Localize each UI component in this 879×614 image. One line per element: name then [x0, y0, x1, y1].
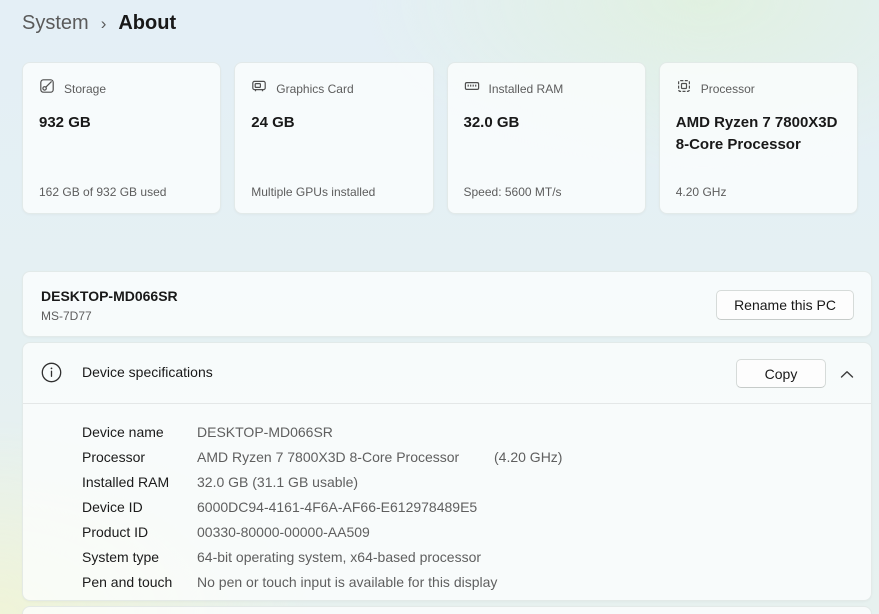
installed-ram-card[interactable]: Installed RAM 32.0 GB Speed: 5600 MT/s — [447, 62, 646, 214]
cpu-icon — [676, 78, 692, 99]
next-section-card-partial[interactable] — [22, 606, 872, 614]
storage-card-label: Storage — [64, 82, 106, 96]
storage-icon — [39, 78, 55, 99]
ram-icon — [464, 78, 480, 99]
device-name-panel: DESKTOP-MD066SR MS-7D77 Rename this PC — [22, 271, 872, 337]
gpu-card-detail: Multiple GPUs installed — [251, 185, 375, 199]
device-specifications-title: Device specifications — [82, 364, 213, 380]
table-row: Pen and touch No pen or touch input is a… — [82, 569, 851, 594]
storage-card-detail: 162 GB of 932 GB used — [39, 185, 166, 199]
spec-value: AMD Ryzen 7 7800X3D 8-Core Processor (4.… — [197, 449, 851, 465]
rename-pc-button[interactable]: Rename this PC — [716, 290, 854, 320]
ram-card-value: 32.0 GB — [464, 112, 629, 134]
spec-label: Product ID — [82, 524, 197, 540]
spec-label: Pen and touch — [82, 574, 197, 590]
storage-card[interactable]: Storage 932 GB 162 GB of 932 GB used — [22, 62, 221, 214]
device-specifications-header[interactable]: Device specifications Copy — [23, 343, 871, 403]
table-row: Installed RAM 32.0 GB (31.1 GB usable) — [82, 469, 851, 494]
spec-value: 6000DC94-4161-4F6A-AF66-E612978489E5 — [197, 499, 851, 515]
spec-label: Processor — [82, 449, 197, 465]
spec-label: Device name — [82, 424, 197, 440]
table-row: Device name DESKTOP-MD066SR — [82, 419, 851, 444]
storage-card-value: 932 GB — [39, 112, 204, 134]
ram-card-label: Installed RAM — [489, 82, 564, 96]
chevron-up-icon[interactable] — [835, 365, 859, 383]
device-model: MS-7D77 — [41, 309, 92, 323]
device-specifications-table: Device name DESKTOP-MD066SR Processor AM… — [82, 419, 851, 594]
info-icon — [41, 362, 62, 383]
breadcrumb: System › About — [22, 12, 176, 35]
spec-label: Device ID — [82, 499, 197, 515]
table-row: Processor AMD Ryzen 7 7800X3D 8-Core Pro… — [82, 444, 851, 469]
cpu-card-label: Processor — [701, 82, 755, 96]
spec-label: System type — [82, 549, 197, 565]
gpu-icon — [251, 78, 267, 99]
table-row: System type 64-bit operating system, x64… — [82, 544, 851, 569]
cpu-card-value: AMD Ryzen 7 7800X3D 8-Core Processor — [676, 112, 841, 156]
breadcrumb-separator-icon: › — [101, 13, 107, 34]
device-specifications-panel: Device specifications Copy Device name D… — [22, 342, 872, 601]
divider — [23, 403, 871, 404]
copy-button[interactable]: Copy — [736, 359, 826, 388]
spec-value: 32.0 GB (31.1 GB usable) — [197, 474, 851, 490]
table-row: Product ID 00330-80000-00000-AA509 — [82, 519, 851, 544]
summary-cards: Storage 932 GB 162 GB of 932 GB used Gra… — [22, 62, 858, 214]
device-name: DESKTOP-MD066SR — [41, 288, 178, 304]
spec-value-main: AMD Ryzen 7 7800X3D 8-Core Processor — [197, 449, 459, 465]
ram-card-detail: Speed: 5600 MT/s — [464, 185, 562, 199]
spec-value: 64-bit operating system, x64-based proce… — [197, 549, 851, 565]
gpu-card-value: 24 GB — [251, 112, 416, 134]
table-row: Device ID 6000DC94-4161-4F6A-AF66-E61297… — [82, 494, 851, 519]
processor-card[interactable]: Processor AMD Ryzen 7 7800X3D 8-Core Pro… — [659, 62, 858, 214]
page-title: About — [118, 12, 176, 35]
spec-value: DESKTOP-MD066SR — [197, 424, 851, 440]
spec-value: No pen or touch input is available for t… — [197, 574, 851, 590]
cpu-card-detail: 4.20 GHz — [676, 185, 727, 199]
breadcrumb-system-link[interactable]: System — [22, 12, 89, 35]
spec-value-extra: (4.20 GHz) — [494, 449, 562, 465]
graphics-card-card[interactable]: Graphics Card 24 GB Multiple GPUs instal… — [234, 62, 433, 214]
spec-value: 00330-80000-00000-AA509 — [197, 524, 851, 540]
spec-label: Installed RAM — [82, 474, 197, 490]
gpu-card-label: Graphics Card — [276, 82, 353, 96]
